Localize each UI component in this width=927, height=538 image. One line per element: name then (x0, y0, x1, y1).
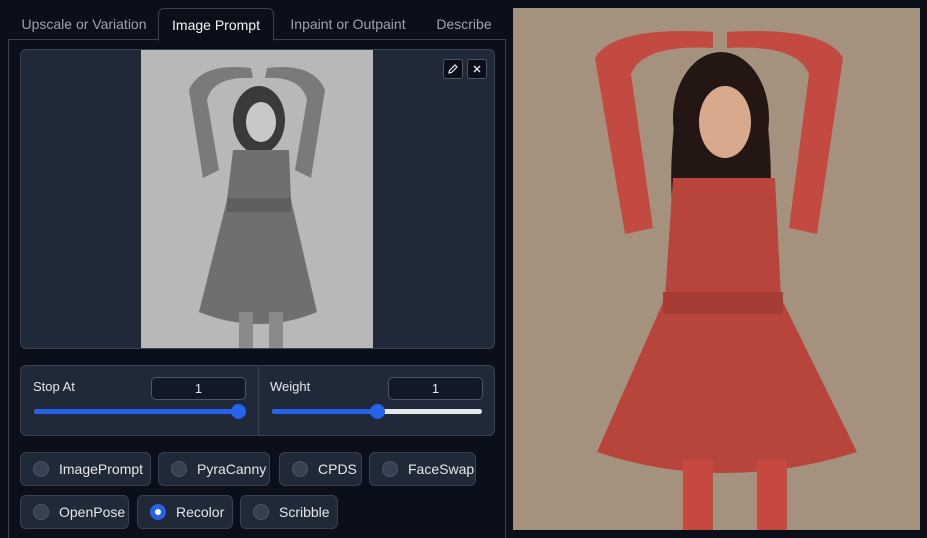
weight-slider[interactable] (272, 404, 482, 419)
recolored-photo-illustration (513, 8, 920, 530)
output-image[interactable] (513, 8, 920, 530)
radio-label: Recolor (176, 504, 225, 520)
radio-dot (253, 504, 269, 520)
slider-panel: Stop At 1 Weight 1 (20, 365, 495, 436)
tab-upscale-or-variation[interactable]: Upscale or Variation (14, 8, 154, 40)
stop-at-slider-thumb[interactable] (231, 404, 246, 419)
radio-label: ImagePrompt (59, 461, 144, 477)
radio-cpds[interactable]: CPDS (279, 452, 362, 486)
stop-at-label: Stop At (33, 379, 75, 394)
weight-label: Weight (270, 379, 311, 394)
input-image-grayscale (141, 50, 373, 348)
radio-dot (33, 461, 49, 477)
stop-at-slider[interactable] (34, 404, 246, 419)
radio-imageprompt[interactable]: ImagePrompt (20, 452, 151, 486)
weight-slider-thumb[interactable] (370, 404, 385, 419)
tab-inpaint-or-outpaint[interactable]: Inpaint or Outpaint (280, 8, 416, 40)
tab-describe[interactable]: Describe (422, 8, 506, 40)
pencil-icon (448, 64, 458, 74)
radio-dot (33, 504, 49, 520)
radio-label: CPDS (318, 461, 357, 477)
radio-openpose[interactable]: OpenPose (20, 495, 129, 529)
weight-slider-fill (272, 409, 377, 414)
radio-dot (382, 461, 398, 477)
close-icon (473, 65, 481, 73)
radio-label: FaceSwap (408, 461, 475, 477)
tab-bar: Upscale or Variation Image Prompt Inpain… (8, 8, 506, 41)
clear-image-button[interactable] (467, 59, 487, 79)
radio-dot (171, 461, 187, 477)
radio-faceswap[interactable]: FaceSwap (369, 452, 476, 486)
grayscale-photo-illustration (141, 50, 373, 348)
edit-image-button[interactable] (443, 59, 463, 79)
weight-input[interactable]: 1 (388, 377, 483, 400)
radio-dot (292, 461, 308, 477)
radio-scribble[interactable]: Scribble (240, 495, 338, 529)
radio-label: Scribble (279, 504, 330, 520)
tab-image-prompt[interactable]: Image Prompt (158, 8, 274, 41)
radio-recolor[interactable]: Recolor (137, 495, 233, 529)
slider-divider (258, 366, 259, 435)
stop-at-slider-fill (34, 409, 238, 414)
radio-dot-selected (150, 504, 166, 520)
input-image-area[interactable] (20, 49, 495, 349)
radio-label: OpenPose (59, 504, 126, 520)
radio-label: PyraCanny (197, 461, 267, 477)
stop-at-input[interactable]: 1 (151, 377, 246, 400)
radio-pyracanny[interactable]: PyraCanny (158, 452, 270, 486)
